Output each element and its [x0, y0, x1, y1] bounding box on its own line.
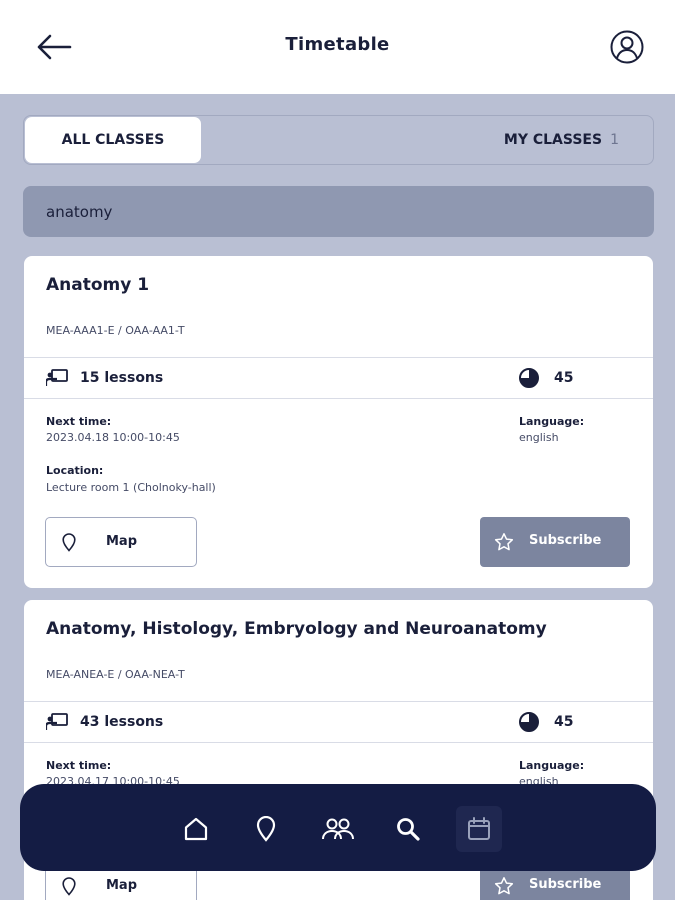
lecture-board-icon — [46, 713, 68, 730]
app-bar: Timetable — [0, 0, 675, 94]
profile-button[interactable] — [609, 29, 645, 65]
timer-icon — [519, 368, 539, 388]
class-duration: 45 — [518, 358, 573, 398]
user-icon — [610, 30, 644, 64]
class-filter-tabs: ALL CLASSES MY CLASSES 1 — [23, 115, 654, 165]
lecture-board-icon — [46, 369, 68, 386]
language-label: Language: — [519, 415, 585, 428]
map-button[interactable]: Map — [45, 517, 197, 567]
calendar-icon — [468, 817, 490, 840]
next-time-value: 2023.04.18 10:00-10:45 — [46, 431, 180, 444]
class-stats: 43 lessons 45 — [24, 702, 653, 742]
subscribe-button[interactable]: Subscribe — [480, 517, 630, 567]
nav-timetable[interactable] — [456, 806, 502, 852]
search-icon — [397, 818, 420, 841]
nav-people[interactable] — [315, 806, 361, 852]
nav-home[interactable] — [173, 806, 219, 852]
location-value: Lecture room 1 (Cholnoky-hall) — [46, 481, 216, 494]
class-code: MEA-AAA1-E / OAA-AA1-T — [46, 324, 185, 337]
home-icon — [184, 817, 208, 841]
page-title: Timetable — [285, 34, 390, 55]
tab-all-classes[interactable]: ALL CLASSES — [25, 117, 201, 163]
next-time-label: Next time: — [46, 415, 112, 428]
lesson-count-label: 15 lessons — [80, 370, 164, 386]
subscribe-button-label: Subscribe — [529, 533, 602, 548]
location-pin-icon — [62, 533, 76, 552]
search-input[interactable] — [23, 186, 654, 237]
timer-icon — [519, 712, 539, 732]
class-title: Anatomy 1 — [46, 275, 150, 295]
lesson-count-label: 43 lessons — [80, 714, 164, 730]
nav-search[interactable] — [385, 806, 431, 852]
star-icon — [494, 533, 514, 551]
language-label: Language: — [519, 759, 585, 772]
class-duration: 45 — [518, 702, 573, 742]
location-pin-icon — [256, 816, 276, 842]
class-card: Anatomy 1 MEA-AAA1-E / OAA-AA1-T 15 less… — [24, 256, 653, 588]
location-pin-icon — [62, 877, 76, 896]
star-icon — [494, 877, 514, 895]
subscribe-button-label: Subscribe — [529, 877, 602, 892]
divider — [24, 398, 653, 399]
class-title: Anatomy, Histology, Embryology and Neuro… — [46, 619, 547, 639]
location-label: Location: — [46, 464, 104, 477]
next-time-label: Next time: — [46, 759, 112, 772]
class-code: MEA-ANEA-E / OAA-NEA-T — [46, 668, 185, 681]
nav-locations[interactable] — [243, 806, 289, 852]
tab-my-classes[interactable]: MY CLASSES 1 — [504, 116, 619, 164]
bottom-nav — [20, 784, 656, 871]
map-button-label: Map — [106, 878, 138, 893]
class-stats: 15 lessons 45 — [24, 358, 653, 398]
tab-my-classes-label: MY CLASSES — [503, 132, 603, 148]
divider — [24, 742, 653, 743]
language-value: english — [519, 431, 559, 444]
map-button-label: Map — [106, 534, 138, 549]
my-classes-count: 1 — [610, 132, 619, 148]
lesson-count: 43 lessons — [46, 702, 163, 742]
duration-value: 45 — [554, 370, 574, 386]
lesson-count: 15 lessons — [46, 358, 163, 398]
duration-value: 45 — [554, 714, 574, 730]
people-icon — [322, 818, 354, 840]
